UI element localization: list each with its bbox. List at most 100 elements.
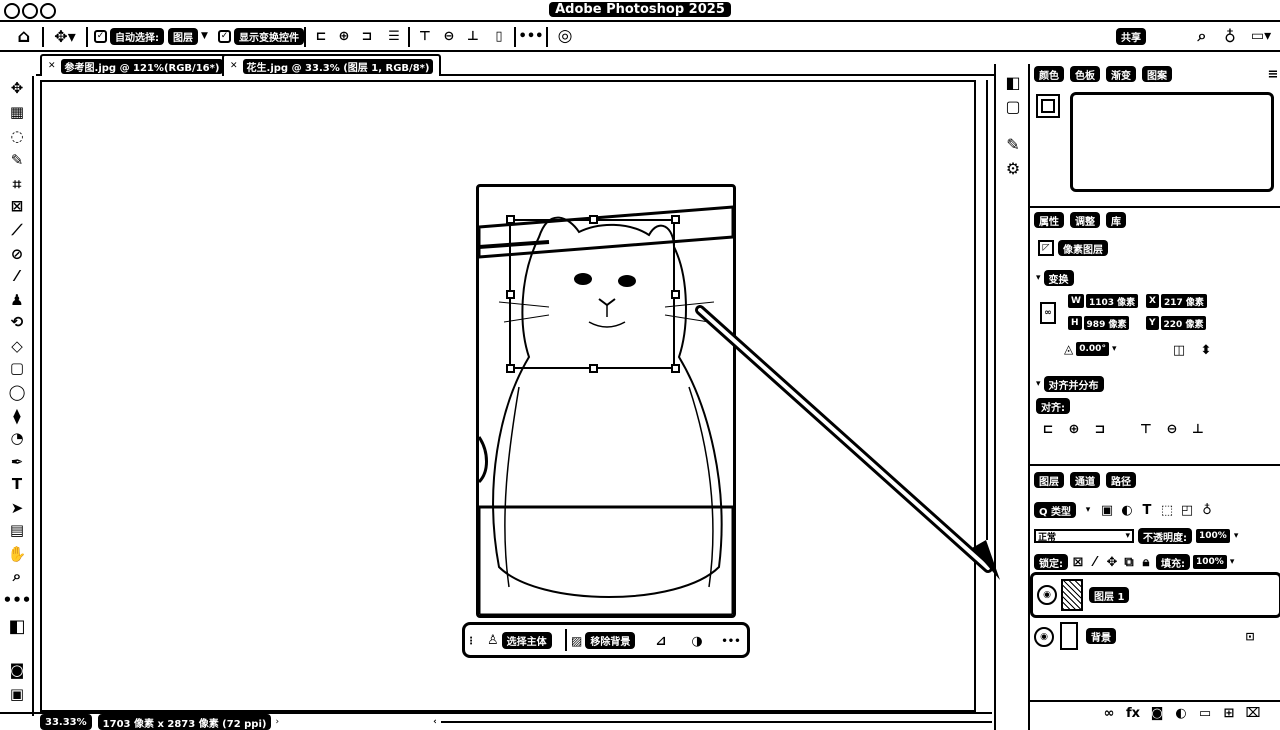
brush-tool-icon[interactable]: ⁄ [5, 266, 29, 286]
flip-vertical-icon[interactable]: ⬍ [1198, 340, 1214, 360]
align-vertical-center-icon[interactable]: ⊖ [440, 26, 458, 46]
align-horizontal-center-icon[interactable]: ⊕ [335, 26, 353, 46]
transform-handle[interactable] [589, 215, 598, 224]
filter-type-icon[interactable]: T [1140, 503, 1154, 518]
move-tool-icon[interactable]: ✥▾ [50, 26, 80, 46]
chevron-right-icon[interactable]: › [275, 717, 279, 727]
tab-paths[interactable]: 路径 [1106, 472, 1136, 488]
align-left-icon[interactable]: ⊏ [1040, 422, 1056, 437]
height-field[interactable]: H 989 像素 [1068, 316, 1130, 330]
drag-handle-icon[interactable]: ⋮ [466, 629, 476, 653]
x-field[interactable]: X 217 像素 [1146, 294, 1207, 308]
sponge-tool-icon[interactable]: ◔ [5, 428, 29, 448]
pen-tool-icon[interactable]: ✒ [5, 452, 29, 472]
eyedropper-tool-icon[interactable]: ⟋ [5, 220, 29, 240]
tab-color[interactable]: 颜色 [1034, 66, 1064, 82]
align-vertical-center-icon[interactable]: ⊖ [1164, 422, 1180, 437]
filter-shape-icon[interactable]: ⬚ [1160, 503, 1174, 518]
tab-channels[interactable]: 通道 [1070, 472, 1100, 488]
color-picker-field[interactable] [1070, 92, 1274, 192]
link-dimensions-icon[interactable]: ∞ [1040, 302, 1056, 324]
screen-mode-icon[interactable]: ▣ [5, 684, 29, 704]
clone-stamp-tool-icon[interactable]: ♟ [5, 290, 29, 310]
scroll-left-icon[interactable]: ‹ [433, 717, 437, 727]
more-options-icon[interactable]: ••• [721, 630, 741, 652]
history-icon[interactable]: ◧ [1003, 72, 1023, 92]
align-bottom-icon[interactable]: ⊥ [1190, 422, 1206, 437]
lock-image-icon[interactable]: ⁄ [1088, 555, 1102, 570]
dodge-tool-icon[interactable]: ⧫ [5, 406, 29, 426]
close-icon[interactable]: ✕ [48, 61, 56, 71]
tab-libraries[interactable]: 库 [1106, 212, 1126, 228]
lasso-tool-icon[interactable]: ◌ [5, 126, 29, 146]
transform-icon[interactable]: ⊿ [651, 630, 671, 652]
tab-patterns[interactable]: 图案 [1142, 66, 1172, 82]
mask-icon[interactable]: ◑ [687, 630, 707, 652]
layer-row[interactable]: ◉ 图层 1 [1030, 572, 1280, 618]
align-horizontal-center-icon[interactable]: ⊕ [1066, 422, 1082, 437]
crop-tool-icon[interactable]: ⌗ [5, 174, 29, 194]
quick-select-tool-icon[interactable]: ✎ [5, 150, 29, 170]
foreground-color-swatch[interactable] [1036, 94, 1060, 118]
align-distribute-toggle[interactable]: ▾ 对齐并分布 [1036, 376, 1104, 392]
y-field[interactable]: Y 220 像素 [1146, 316, 1207, 330]
filter-pixel-icon[interactable]: ▣ [1100, 503, 1114, 518]
new-group-icon[interactable]: ▭ [1196, 706, 1214, 721]
comments-icon[interactable]: ▢ [1003, 96, 1023, 116]
chevron-down-icon[interactable]: ▾ [1230, 557, 1235, 567]
lock-icon[interactable]: 🔒︎ [1139, 555, 1153, 570]
distribute-vertical-icon[interactable]: ▯ [490, 26, 508, 46]
search-icon[interactable]: ⌕ [1192, 26, 1212, 46]
blur-tool-icon[interactable]: ◯ [5, 382, 29, 402]
transform-bounding-box[interactable] [509, 219, 675, 369]
fill-field[interactable]: 100% [1193, 555, 1227, 569]
tab-adjustments[interactable]: 调整 [1070, 212, 1100, 228]
workspace-icon[interactable]: ▭▾ [1246, 26, 1276, 46]
show-transform-controls-checkbox[interactable]: ✓ 显示变换控件 [218, 26, 304, 46]
history-brush-tool-icon[interactable]: ⟲ [5, 312, 29, 332]
align-right-icon[interactable]: ⊐ [1092, 422, 1108, 437]
adjustment-layer-icon[interactable]: ◐ [1172, 706, 1190, 721]
opacity-field[interactable]: 100% [1196, 529, 1230, 543]
lock-icon[interactable]: ⊡ [1242, 628, 1258, 644]
tab-properties[interactable]: 属性 [1034, 212, 1064, 228]
panel-menu-icon[interactable]: ≡ [1266, 66, 1280, 82]
auto-select-target-dropdown[interactable]: 图层 ▼ [168, 26, 208, 46]
gradient-tool-icon[interactable]: ▢ [5, 358, 29, 378]
layer-style-icon[interactable]: fx [1124, 706, 1142, 721]
canvas-horizontal-scrollbar[interactable] [440, 721, 992, 723]
transform-handle[interactable] [671, 215, 680, 224]
rectangle-tool-icon[interactable]: ▤ [5, 520, 29, 540]
transform-handle[interactable] [671, 364, 680, 373]
eraser-tool-icon[interactable]: ◇ [5, 336, 29, 356]
brush-settings-icon[interactable]: ✎ [1003, 134, 1023, 154]
select-subject-button[interactable]: ♙ 选择主体 [487, 632, 552, 649]
document-info[interactable]: 1703 像素 x 2873 像素 (72 ppi) [97, 714, 272, 730]
lock-position-icon[interactable]: ✥ [1105, 555, 1119, 570]
eye-icon[interactable]: ◉ [1034, 627, 1054, 647]
path-select-tool-icon[interactable]: ➤ [5, 498, 29, 518]
remove-background-button[interactable]: ▨ 移除背景 [571, 632, 636, 649]
tab-swatches[interactable]: 色板 [1070, 66, 1100, 82]
layer-row[interactable]: ◉ 背景 ⊡ [1030, 620, 1280, 654]
tab-gradients[interactable]: 渐变 [1106, 66, 1136, 82]
healing-brush-tool-icon[interactable]: ⊘ [5, 244, 29, 264]
3d-mode-icon[interactable]: ◎ [554, 26, 576, 46]
link-layers-icon[interactable]: ∞ [1100, 706, 1118, 721]
auto-select-checkbox[interactable]: ✓ 自动选择: [94, 26, 164, 46]
chevron-down-icon[interactable]: ▾ [1234, 531, 1239, 541]
layer-kind-filter[interactable]: Q 类型 [1034, 502, 1076, 518]
align-top-icon[interactable]: ⊤ [1138, 422, 1154, 437]
transform-handle[interactable] [671, 290, 680, 299]
eye-icon[interactable]: ◉ [1037, 585, 1057, 605]
move-tool-icon[interactable]: ✥ [5, 78, 29, 98]
tab-layers[interactable]: 图层 [1034, 472, 1064, 488]
transform-handle[interactable] [506, 290, 515, 299]
align-bottom-icon[interactable]: ⊥ [464, 26, 482, 46]
transform-section-toggle[interactable]: ▾ 变换 [1036, 270, 1074, 286]
add-mask-icon[interactable]: ◙ [1148, 706, 1166, 721]
home-icon[interactable]: ⌂ [12, 26, 36, 47]
color-swatches-icon[interactable]: ◧ [5, 616, 29, 637]
align-left-icon[interactable]: ⊏ [312, 26, 330, 46]
tool-presets-icon[interactable]: ⚙ [1003, 158, 1023, 178]
